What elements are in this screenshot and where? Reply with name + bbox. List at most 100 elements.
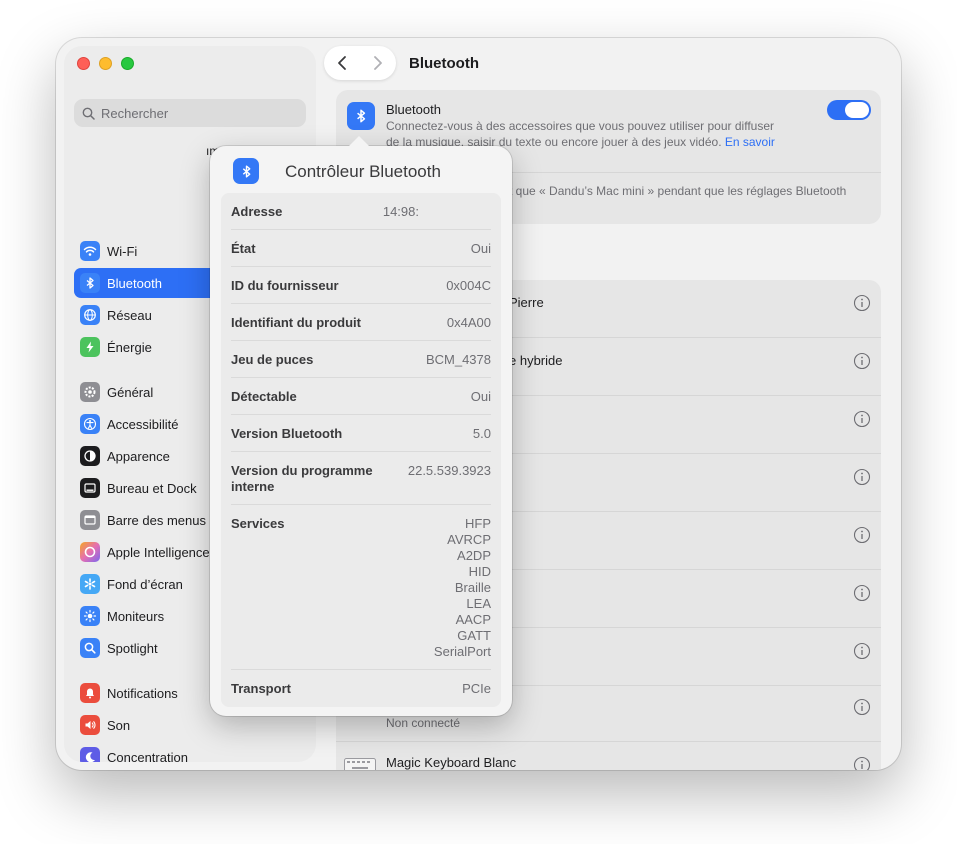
info-label: Jeu de puces: [231, 352, 314, 367]
apple-intelligence-icon: [80, 542, 100, 562]
service-item: LEA: [466, 596, 491, 611]
accessibility-icon: [80, 414, 100, 434]
globe-icon: [80, 305, 100, 325]
service-item: A2DP: [457, 548, 491, 563]
chevron-right-icon: [374, 56, 382, 70]
forward-button[interactable]: [363, 48, 393, 78]
sidebar-item-label: Wi-Fi: [107, 243, 138, 259]
device-name: e hybride: [509, 353, 563, 368]
info-value: Oui: [470, 389, 491, 404]
info-row-state: État Oui: [231, 230, 491, 267]
device-name: Pierre: [509, 295, 544, 310]
service-item: Braille: [454, 580, 491, 595]
info-value: Oui: [470, 241, 491, 256]
notifications-icon: [80, 683, 100, 703]
info-label: Détectable: [231, 389, 297, 404]
description-line: Connectez-vous à des accessoires que vou…: [386, 119, 774, 133]
device-row[interactable]: Magic Keyboard Blanc: [336, 742, 881, 770]
sidebar-item-label: Spotlight: [107, 640, 158, 656]
dock-icon: [80, 478, 100, 498]
sidebar-item-label: Barre des menus: [107, 512, 206, 528]
info-icon[interactable]: [853, 468, 871, 486]
info-icon[interactable]: [853, 526, 871, 544]
sidebar-item-label: Fond d’écran: [107, 576, 183, 592]
navigation-buttons: [324, 46, 396, 80]
learn-more-link[interactable]: En savoir: [725, 135, 775, 149]
popover-title: Contrôleur Bluetooth: [285, 162, 441, 181]
close-button[interactable]: [77, 57, 90, 70]
menubar-icon: [80, 510, 100, 530]
info-icon[interactable]: [853, 294, 871, 312]
sidebar-item-label: Son: [107, 717, 131, 733]
service-item: AACP: [455, 612, 491, 627]
keyboard-icon: [344, 758, 376, 770]
info-row-product-id: Identifiant du produit 0x4A00: [231, 304, 491, 341]
bluetooth-title: Bluetooth: [386, 102, 441, 117]
gear-icon: [80, 382, 100, 402]
service-item: HID: [468, 564, 491, 579]
service-item: GATT: [457, 628, 491, 643]
device-status: Non connecté: [386, 716, 461, 730]
info-label: Version Bluetooth: [231, 426, 343, 441]
info-icon[interactable]: [853, 642, 871, 660]
info-value: 0x4A00: [446, 315, 491, 330]
bluetooth-icon: [233, 158, 259, 184]
sidebar-item-label: Accessibilité: [107, 416, 179, 432]
services-list: HFP AVRCP A2DP HID Braille LEA AACP GATT…: [434, 516, 491, 660]
search-icon: [82, 107, 95, 120]
info-label: Identifiant du produit: [231, 315, 361, 330]
bluetooth-icon: [80, 273, 100, 293]
info-row-bluetooth-version: Version Bluetooth 5.0: [231, 415, 491, 452]
info-label: Transport: [231, 681, 291, 696]
back-button[interactable]: [327, 48, 357, 78]
sun-icon: [80, 606, 100, 626]
sidebar-item-label: Moniteurs: [107, 608, 165, 624]
info-value: 14:98:: [382, 204, 419, 219]
sidebar-item-label: Apparence: [107, 448, 170, 464]
info-icon[interactable]: [853, 352, 871, 370]
appearance-icon: [80, 446, 100, 466]
search-input[interactable]: Rechercher: [74, 99, 306, 127]
bluetooth-toggle[interactable]: [827, 100, 871, 120]
info-label: Services: [231, 516, 285, 531]
sidebar-item-label: Bluetooth: [107, 275, 162, 291]
info-row-discoverable: Détectable Oui: [231, 378, 491, 415]
info-row-services: Services HFP AVRCP A2DP HID Braille LEA …: [231, 505, 491, 670]
battery-bolt-icon: [80, 337, 100, 357]
chevron-left-icon: [338, 56, 346, 70]
service-item: AVRCP: [447, 532, 491, 547]
sidebar-item-label: Notifications: [107, 685, 178, 701]
sidebar-item-label: Réseau: [107, 307, 152, 323]
visibility-text: t que « Dandu’s Mac mini » pendant que l…: [509, 184, 847, 198]
page-title: Bluetooth: [409, 55, 479, 72]
info-icon[interactable]: [853, 410, 871, 428]
info-row-vendor-id: ID du fournisseur 0x004C: [231, 267, 491, 304]
service-item: SerialPort: [433, 644, 491, 659]
minimize-button[interactable]: [99, 57, 112, 70]
info-icon[interactable]: [853, 698, 871, 716]
device-name: Magic Keyboard Blanc: [386, 755, 517, 770]
speaker-icon: [80, 715, 100, 735]
controller-info-table: Adresse 14:98: État Oui ID du fournisseu…: [221, 193, 501, 707]
spotlight-icon: [80, 638, 100, 658]
sidebar-item-label: Énergie: [107, 339, 152, 355]
info-row-address: Adresse 14:98:: [231, 193, 491, 230]
bluetooth-controller-popover: Contrôleur Bluetooth Adresse 14:98: État…: [210, 136, 512, 716]
sidebar-item-focus[interactable]: Concentration: [74, 742, 306, 762]
info-label: Version du programme interne: [231, 463, 373, 494]
info-row-chipset: Jeu de puces BCM_4378: [231, 341, 491, 378]
info-value: PCIe: [462, 681, 491, 696]
sidebar-item-label: Bureau et Dock: [107, 480, 197, 496]
sidebar-item-label: Apple Intelligence: [107, 544, 210, 560]
info-icon[interactable]: [853, 584, 871, 602]
zoom-button[interactable]: [121, 57, 134, 70]
info-value: 5.0: [472, 426, 491, 441]
info-icon[interactable]: [853, 756, 871, 770]
info-value: BCM_4378: [425, 352, 491, 367]
wifi-icon: [80, 241, 100, 261]
bluetooth-icon: [347, 102, 375, 130]
moon-icon: [80, 747, 100, 762]
info-value: 22.5.539.3923: [407, 463, 491, 478]
sidebar-item-label: Général: [107, 384, 154, 400]
info-label: ID du fournisseur: [231, 278, 339, 293]
